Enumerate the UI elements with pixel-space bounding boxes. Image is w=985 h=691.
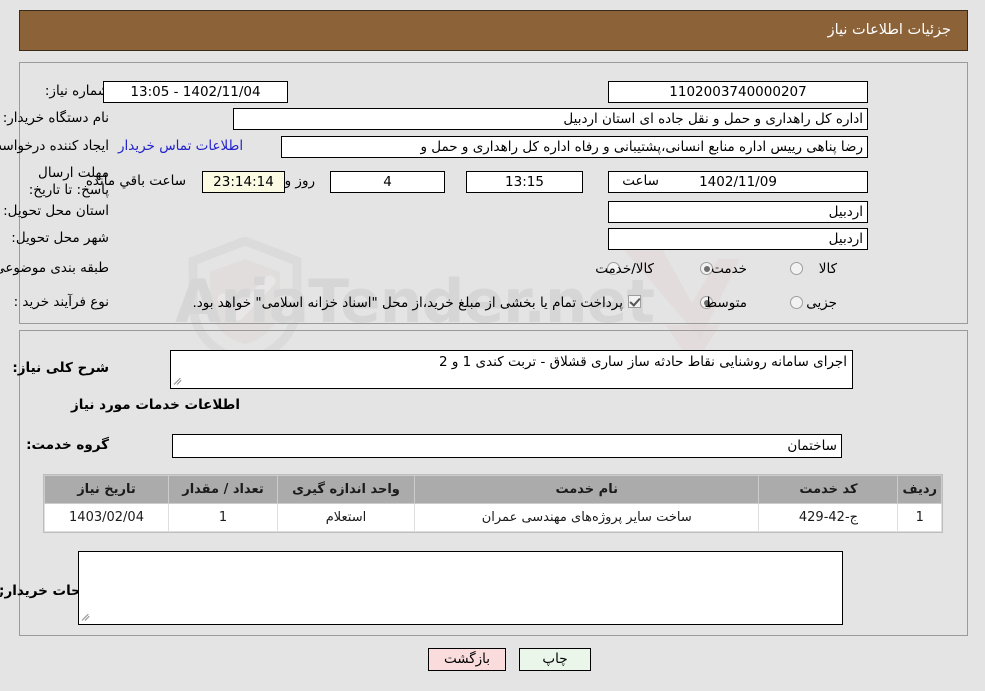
countdown-suffix-label: ساعت باقي مانده xyxy=(85,173,186,189)
need-number-value: 1102003740000207 xyxy=(608,81,868,103)
days-unit-label: روز و xyxy=(284,173,315,189)
services-table: ردیف کد خدمت نام خدمت واحد اندازه گیری ت… xyxy=(44,475,942,532)
need-summary-value: اجرای سامانه روشنایی نقاط حادثه ساز ساری… xyxy=(438,354,847,370)
radio-category-kala-label: کالا xyxy=(818,261,837,277)
purchase-process-label: نوع فرآیند خرید : xyxy=(13,294,109,310)
radio-purchase-minor-label: جزیی xyxy=(806,295,837,311)
checkbox-islamic-treasury[interactable] xyxy=(628,295,641,308)
table-header-row: ردیف کد خدمت نام خدمت واحد اندازه گیری ت… xyxy=(44,475,942,504)
page-header-bar: جزئیات اطلاعات نیاز xyxy=(19,10,968,51)
buyer-organization-value: اداره کل راهداری و حمل و نقل جاده ای است… xyxy=(233,108,868,130)
radio-category-khedmat-label: خدمت xyxy=(711,261,747,277)
subject-category-label: طبقه بندی موضوعی: xyxy=(0,260,109,276)
radio-category-kala-khedmat-label: کالا/خدمت xyxy=(595,261,654,277)
radio-category-kala[interactable] xyxy=(790,262,803,275)
buyer-organization-label: نام دستگاه خریدار: xyxy=(2,110,109,126)
delivery-province-label: استان محل تحویل: xyxy=(3,203,109,219)
resize-grip-icon[interactable] xyxy=(173,376,184,386)
th-service-name: نام خدمت xyxy=(413,475,760,504)
need-summary-label: شرح کلی نیاز: xyxy=(12,360,109,376)
need-summary-textarea[interactable]: اجرای سامانه روشنایی نقاط حادثه ساز ساری… xyxy=(170,350,853,389)
need-number-label: شماره نیاز: xyxy=(44,83,109,99)
cell-service-code: ج-42-429 xyxy=(758,503,899,532)
delivery-city-value: اردبیل xyxy=(608,228,868,250)
radio-purchase-medium-label: متوسط xyxy=(704,295,747,311)
th-unit: واحد اندازه گیری xyxy=(277,475,415,504)
cell-quantity: 1 xyxy=(168,503,278,532)
announcement-datetime-value: 1402/11/04 - 13:05 xyxy=(103,81,288,103)
th-need-date: تاریخ نیاز xyxy=(44,475,169,504)
print-button[interactable]: چاپ xyxy=(519,648,591,671)
deadline-hour-value: 13:15 xyxy=(466,171,583,193)
th-quantity: تعداد / مقدار xyxy=(168,475,278,504)
services-section-heading: اطلاعات خدمات مورد نیاز xyxy=(70,397,240,413)
th-service-code: کد خدمت xyxy=(758,475,899,504)
cell-service-name: ساخت سایر پروژه‌های مهندسی عمران xyxy=(413,503,760,532)
cell-need-date: 1403/02/04 xyxy=(44,503,169,532)
page-title: جزئیات اطلاعات نیاز xyxy=(827,22,951,38)
hour-label: ساعت xyxy=(622,173,659,189)
cell-unit: استعلام xyxy=(277,503,415,532)
buyer-contact-info-link[interactable]: اطلاعات تماس خریدار xyxy=(118,138,243,154)
table-row: 1 ج-42-429 ساخت سایر پروژه‌های مهندسی عم… xyxy=(44,503,942,532)
service-group-label: گروه خدمت: xyxy=(26,437,109,453)
delivery-province-value: اردبیل xyxy=(608,201,868,223)
service-group-value: ساختمان xyxy=(172,434,842,458)
remaining-days-value: 4 xyxy=(330,171,445,193)
countdown-timer-value: 23:14:14 xyxy=(202,171,285,193)
buyer-notes-textarea[interactable] xyxy=(78,551,843,625)
requester-value: رضا پناهی رییس اداره منابع انسانی،پشتیبا… xyxy=(281,136,868,158)
services-table-wrapper: ردیف کد خدمت نام خدمت واحد اندازه گیری ت… xyxy=(43,474,943,533)
th-row-no: ردیف xyxy=(897,475,942,504)
need-details-page: AriaTender.net جزئیات اطلاعات نیاز شماره… xyxy=(0,0,985,691)
back-button[interactable]: بازگشت xyxy=(428,648,506,671)
delivery-city-label: شهر محل تحویل: xyxy=(11,230,109,246)
radio-purchase-minor[interactable] xyxy=(790,296,803,309)
resize-grip-icon[interactable] xyxy=(81,612,92,622)
cell-row-no: 1 xyxy=(897,503,942,532)
requester-label: ایجاد کننده درخواست: xyxy=(0,138,109,154)
islamic-treasury-text: پرداخت تمام یا بخشی از مبلغ خرید،از محل … xyxy=(192,295,623,311)
